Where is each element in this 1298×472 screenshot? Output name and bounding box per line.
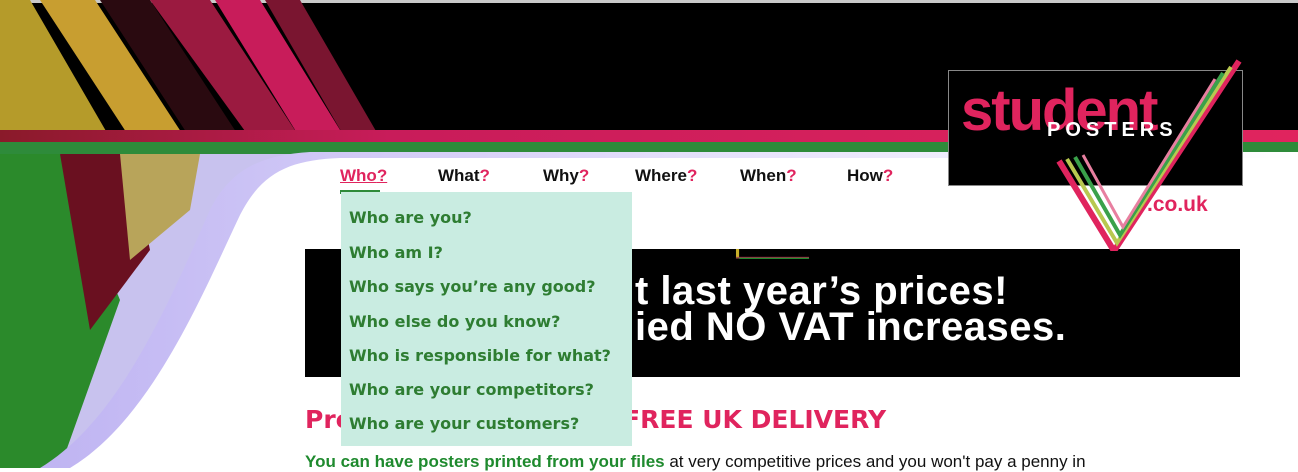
menu-item-who-am-i[interactable]: Who am I? [349, 243, 443, 262]
menu-item-who-says-good[interactable]: Who says you’re any good? [349, 277, 596, 296]
logo-domain: .co.uk [1147, 193, 1208, 216]
banner-line-2: ied NO VAT increases. [635, 305, 1067, 349]
nav-question-mark: ? [578, 166, 590, 185]
nav-label: Why [543, 166, 579, 185]
nav-label: Where [635, 166, 687, 185]
nav-item-where[interactable]: Where? [635, 166, 697, 186]
nav-label: When [740, 166, 787, 185]
intro-text: You can have posters printed from your f… [305, 452, 1086, 472]
nav-question-mark: ? [376, 166, 388, 185]
menu-item-who-responsible[interactable]: Who is responsible for what? [349, 346, 611, 365]
menu-item-who-else[interactable]: Who else do you know? [349, 312, 560, 331]
nav-item-who[interactable]: Who? [340, 166, 387, 194]
nav-question-mark: ? [686, 166, 698, 185]
nav-question-mark: ? [786, 166, 797, 185]
nav-item-when[interactable]: When? [740, 166, 797, 186]
nav-label: How [847, 166, 883, 185]
nav-question-mark: ? [882, 166, 894, 185]
menu-item-who-are-you[interactable]: Who are you? [349, 208, 472, 227]
who-dropdown-menu: Who are you? Who am I? Who says you’re a… [341, 192, 632, 446]
intro-rest: at very competitive prices and you won't… [664, 452, 1086, 471]
menu-item-competitors[interactable]: Who are your competitors? [349, 380, 594, 399]
nav-label: Who [340, 166, 377, 185]
nav-item-what[interactable]: What? [438, 166, 490, 186]
menu-item-customers[interactable]: Who are your customers? [349, 414, 579, 433]
nav-item-how[interactable]: How? [847, 166, 893, 186]
nav-label: What [438, 166, 480, 185]
nav-item-why[interactable]: Why? [543, 166, 589, 186]
intro-lead[interactable]: You can have posters printed from your f… [305, 452, 665, 471]
logo-word-posters: POSTERS [1047, 119, 1178, 141]
nav-question-mark: ? [479, 166, 490, 185]
site-logo[interactable]: student POSTERS .co.uk [948, 59, 1243, 251]
